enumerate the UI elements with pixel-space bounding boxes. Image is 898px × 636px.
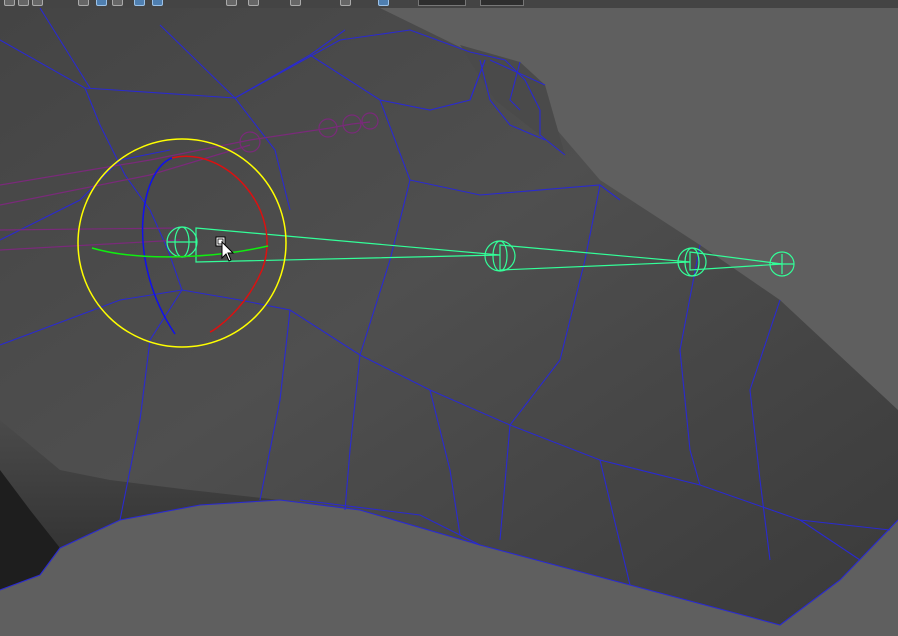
render-icon[interactable] [248, 0, 259, 6]
snap-surface-icon[interactable] [152, 0, 163, 6]
select-tool-icon[interactable] [4, 0, 15, 6]
ipr-render-icon[interactable] [290, 0, 301, 6]
input-field-2[interactable] [480, 0, 524, 6]
history-icon[interactable] [226, 0, 237, 6]
lasso-tool-icon[interactable] [18, 0, 29, 6]
hypershade-icon[interactable] [378, 0, 389, 6]
snap-grid-icon[interactable] [78, 0, 89, 6]
render-settings-icon[interactable] [340, 0, 351, 6]
paint-tool-icon[interactable] [32, 0, 43, 6]
snap-curve-icon[interactable] [96, 0, 107, 6]
input-field-1[interactable] [418, 0, 466, 6]
snap-point-icon[interactable] [112, 0, 123, 6]
3d-viewport[interactable] [0, 8, 898, 636]
snap-view-icon[interactable] [134, 0, 145, 6]
